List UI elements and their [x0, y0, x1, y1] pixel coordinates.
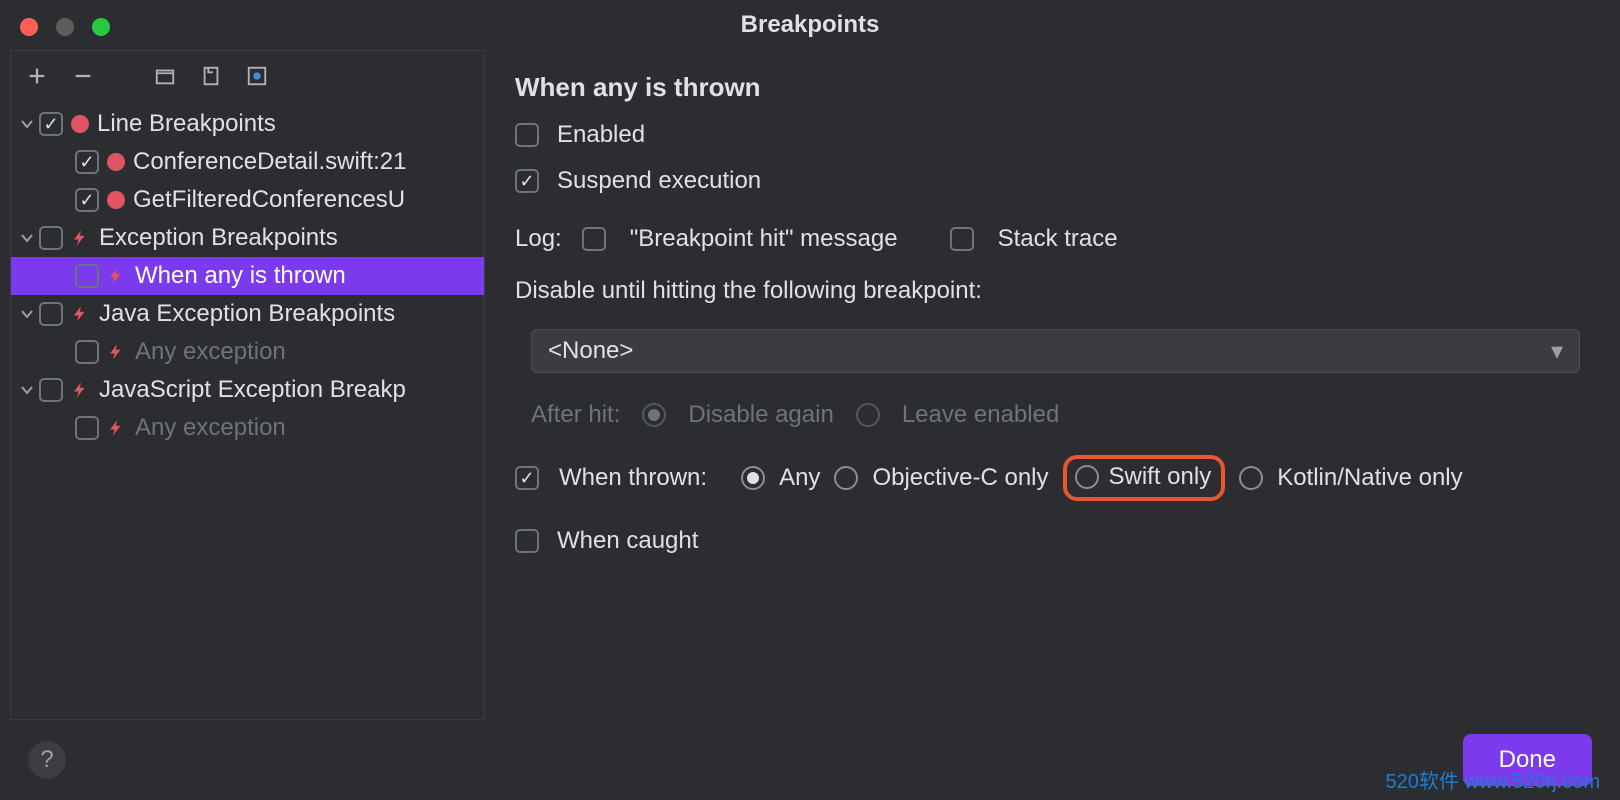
tree-group-label: Line Breakpoints: [97, 110, 276, 138]
log-stacktrace-label: Stack trace: [998, 225, 1118, 253]
after-hit-leave-enabled-label: Leave enabled: [902, 401, 1059, 429]
tree-item-label: GetFilteredConferencesU: [133, 186, 405, 214]
log-label: Log:: [515, 225, 562, 253]
chevron-down-icon[interactable]: [15, 230, 39, 246]
exception-bolt-icon: [107, 342, 127, 362]
exception-bolt-icon: [71, 228, 91, 248]
tree-item[interactable]: Any exception: [11, 409, 484, 447]
tree-item[interactable]: GetFilteredConferencesU: [11, 181, 484, 219]
titlebar: Breakpoints: [0, 0, 1620, 50]
tree-group-label: JavaScript Exception Breakp: [99, 376, 406, 404]
when-thrown-objc-label: Objective-C only: [872, 464, 1048, 492]
disable-until-select[interactable]: <None> ▾: [531, 329, 1580, 373]
when-caught-checkbox[interactable]: [515, 529, 539, 553]
tree-item-selected[interactable]: When any is thrown: [11, 257, 484, 295]
tree-item[interactable]: Any exception: [11, 333, 484, 371]
window-maximize-icon[interactable]: [92, 18, 110, 36]
tree-item-label: ConferenceDetail.swift:21: [133, 148, 406, 176]
tree-group-label: Exception Breakpoints: [99, 224, 338, 252]
when-caught-label: When caught: [557, 527, 698, 555]
suspend-row: Suspend execution: [515, 167, 1580, 195]
disable-until-value: <None>: [548, 337, 633, 365]
log-row: Log: "Breakpoint hit" message Stack trac…: [515, 225, 1580, 253]
breakpoint-dot-icon: [107, 191, 125, 209]
exception-bolt-icon: [107, 266, 127, 286]
when-thrown-row: When thrown: Any Objective-C only Swift …: [515, 455, 1580, 501]
tree-group-line-breakpoints[interactable]: Line Breakpoints: [11, 105, 484, 143]
window-close-icon[interactable]: [20, 18, 38, 36]
exception-bolt-icon: [71, 380, 91, 400]
enabled-label: Enabled: [557, 121, 645, 149]
group-by-package-icon[interactable]: [151, 62, 179, 90]
when-thrown-checkbox[interactable]: [515, 466, 539, 490]
checkbox[interactable]: [75, 188, 99, 212]
disable-until-label: Disable until hitting the following brea…: [515, 277, 1580, 305]
checkbox[interactable]: [39, 302, 63, 326]
log-bphit-label: "Breakpoint hit" message: [630, 225, 898, 253]
when-thrown-label: When thrown:: [559, 464, 707, 492]
tree-toolbar: [11, 51, 484, 101]
exception-bolt-icon: [107, 418, 127, 438]
when-thrown-swift-label: Swift only: [1109, 463, 1212, 491]
after-hit-leave-enabled-radio: [856, 403, 880, 427]
highlight-box: Swift only: [1063, 455, 1226, 501]
when-thrown-objc-radio[interactable]: [834, 466, 858, 490]
checkbox[interactable]: [75, 150, 99, 174]
detail-title: When any is thrown: [515, 72, 1580, 103]
checkbox[interactable]: [75, 264, 99, 288]
exception-bolt-icon: [71, 304, 91, 324]
tree-group-js-exception-breakpoints[interactable]: JavaScript Exception Breakp: [11, 371, 484, 409]
after-hit-label: After hit:: [531, 401, 620, 429]
tree-item-label: Any exception: [135, 338, 286, 366]
tree-item-label: Any exception: [135, 414, 286, 442]
view-breakpoints-icon[interactable]: [243, 62, 271, 90]
when-thrown-swift-radio[interactable]: [1075, 465, 1099, 489]
tree-item-label: When any is thrown: [135, 262, 346, 290]
when-thrown-kotlin-label: Kotlin/Native only: [1277, 464, 1462, 492]
when-thrown-kotlin-radio[interactable]: [1239, 466, 1263, 490]
breakpoints-tree-panel: Line Breakpoints ConferenceDetail.swift:…: [10, 50, 485, 720]
after-hit-disable-again-radio: [642, 403, 666, 427]
suspend-checkbox[interactable]: [515, 169, 539, 193]
dialog-footer: ? Done: [0, 720, 1620, 800]
chevron-down-icon[interactable]: [15, 382, 39, 398]
tree-group-label: Java Exception Breakpoints: [99, 300, 395, 328]
tree-group-exception-breakpoints[interactable]: Exception Breakpoints: [11, 219, 484, 257]
window-title: Breakpoints: [741, 11, 880, 39]
after-hit-row: After hit: Disable again Leave enabled: [531, 401, 1580, 429]
enabled-checkbox[interactable]: [515, 123, 539, 147]
chevron-down-icon[interactable]: [15, 116, 39, 132]
checkbox[interactable]: [75, 340, 99, 364]
watermark-text: 520软件 www.520rj.com: [1385, 765, 1600, 794]
breakpoints-tree: Line Breakpoints ConferenceDetail.swift:…: [11, 101, 484, 719]
breakpoint-dot-icon: [71, 115, 89, 133]
traffic-lights: [20, 18, 110, 36]
log-stacktrace-checkbox[interactable]: [950, 227, 974, 251]
breakpoint-detail-panel: When any is thrown Enabled Suspend execu…: [485, 50, 1610, 720]
when-caught-row: When caught: [515, 527, 1580, 555]
log-bphit-checkbox[interactable]: [582, 227, 606, 251]
remove-icon[interactable]: [69, 62, 97, 90]
checkbox[interactable]: [39, 226, 63, 250]
enabled-row: Enabled: [515, 121, 1580, 149]
after-hit-disable-again-label: Disable again: [688, 401, 833, 429]
add-icon[interactable]: [23, 62, 51, 90]
window-minimize-icon[interactable]: [56, 18, 74, 36]
checkbox[interactable]: [75, 416, 99, 440]
tree-group-java-exception-breakpoints[interactable]: Java Exception Breakpoints: [11, 295, 484, 333]
group-by-file-icon[interactable]: [197, 62, 225, 90]
caret-down-icon: ▾: [1551, 337, 1563, 366]
breakpoint-dot-icon: [107, 153, 125, 171]
chevron-down-icon[interactable]: [15, 306, 39, 322]
tree-item[interactable]: ConferenceDetail.swift:21: [11, 143, 484, 181]
when-thrown-any-radio[interactable]: [741, 466, 765, 490]
when-thrown-any-label: Any: [779, 464, 820, 492]
checkbox[interactable]: [39, 378, 63, 402]
suspend-label: Suspend execution: [557, 167, 761, 195]
help-button[interactable]: ?: [28, 741, 66, 779]
checkbox[interactable]: [39, 112, 63, 136]
